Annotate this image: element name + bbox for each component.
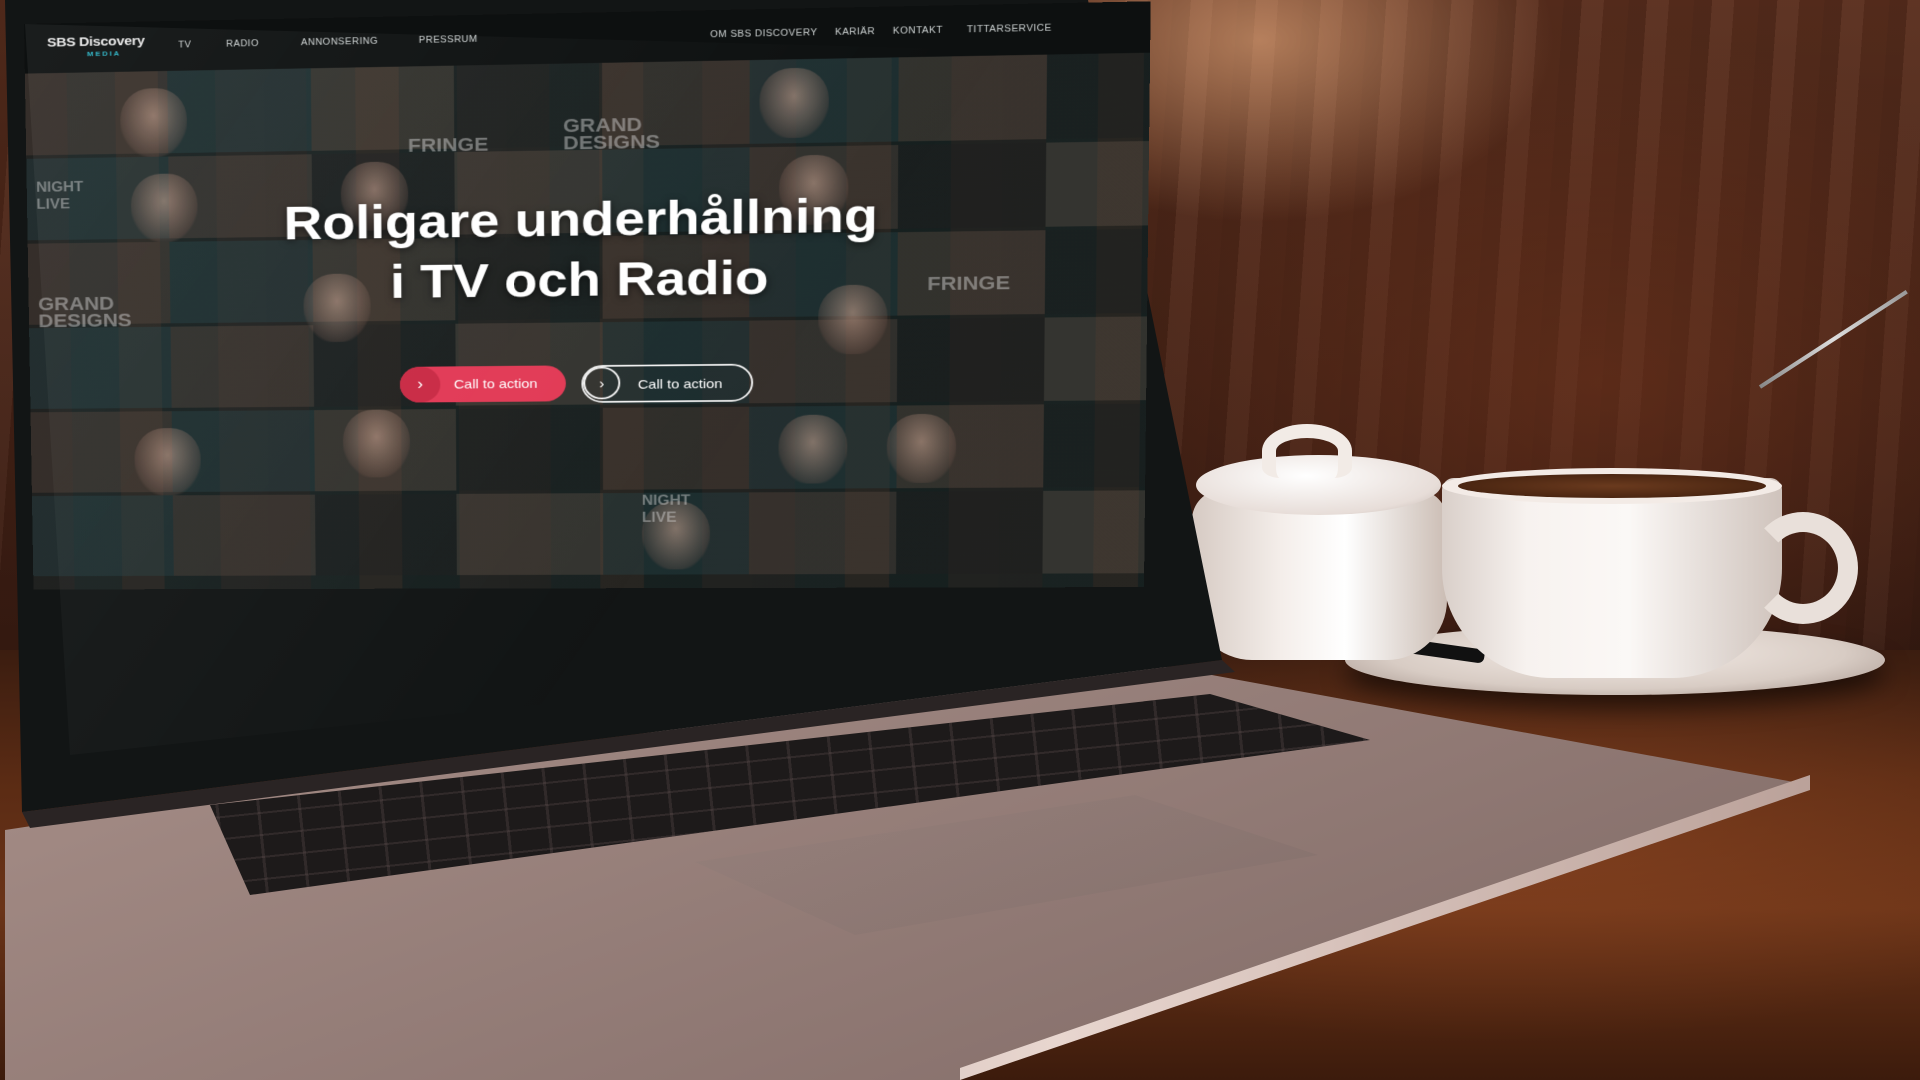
nav-link-annonsering[interactable]: ANNONSERING xyxy=(301,37,378,48)
nav-link-tittarservice[interactable]: TITTARSERVICE xyxy=(967,24,1052,35)
nav-link-om-sbs-discovery[interactable]: OM SBS DISCOVERY xyxy=(710,28,817,40)
nav-link-pressrum[interactable]: PRESSRUM xyxy=(419,35,478,46)
cta-primary-label: Call to action xyxy=(453,376,538,392)
show-title-fringe: FRINGE xyxy=(407,133,489,157)
nav-link-radio[interactable]: RADIO xyxy=(226,39,259,49)
sbs-discovery-logo[interactable]: SBS Discovery MEDIA xyxy=(47,34,145,59)
show-title-night-live: NIGHT LIVE xyxy=(641,493,691,526)
presenter-photo xyxy=(119,87,188,158)
chevron-right-icon: › xyxy=(399,366,441,403)
nav-link-tv[interactable]: TV xyxy=(178,40,191,50)
nav-link-kontakt[interactable]: KONTAKT xyxy=(893,26,943,37)
presenter-photo xyxy=(134,427,202,496)
cta-secondary-label: Call to action xyxy=(637,376,723,393)
coffee xyxy=(1458,474,1766,498)
presenter-photo xyxy=(342,409,411,478)
presenter-photo xyxy=(886,413,957,484)
nav-link-karriar[interactable]: KARIÄR xyxy=(835,27,875,37)
logo-sub-text: MEDIA xyxy=(86,49,122,58)
cta-secondary-button[interactable]: › Call to action xyxy=(581,363,754,403)
coffee-cup-handle xyxy=(1748,512,1858,624)
presenter-photo xyxy=(778,414,848,484)
cta-primary-button[interactable]: › Call to action xyxy=(399,365,566,403)
sugar-bowl xyxy=(1192,490,1447,660)
image-mosaic-row xyxy=(31,490,1146,577)
hero-section: GRAND DESIGNS FRINGE NIGHT LIVE GRAND DE… xyxy=(24,52,1151,590)
presenter-photo xyxy=(759,67,829,139)
show-title-grand-designs: GRAND DESIGNS xyxy=(563,113,661,154)
sugar-bowl-knob xyxy=(1262,424,1352,478)
chevron-right-icon: › xyxy=(583,366,621,400)
laptop-screen: SBS Discovery MEDIA TV RADIO ANNONSERING… xyxy=(24,1,1151,590)
logo-main-text: SBS Discovery xyxy=(46,33,145,51)
coffee-cup xyxy=(1442,478,1782,678)
